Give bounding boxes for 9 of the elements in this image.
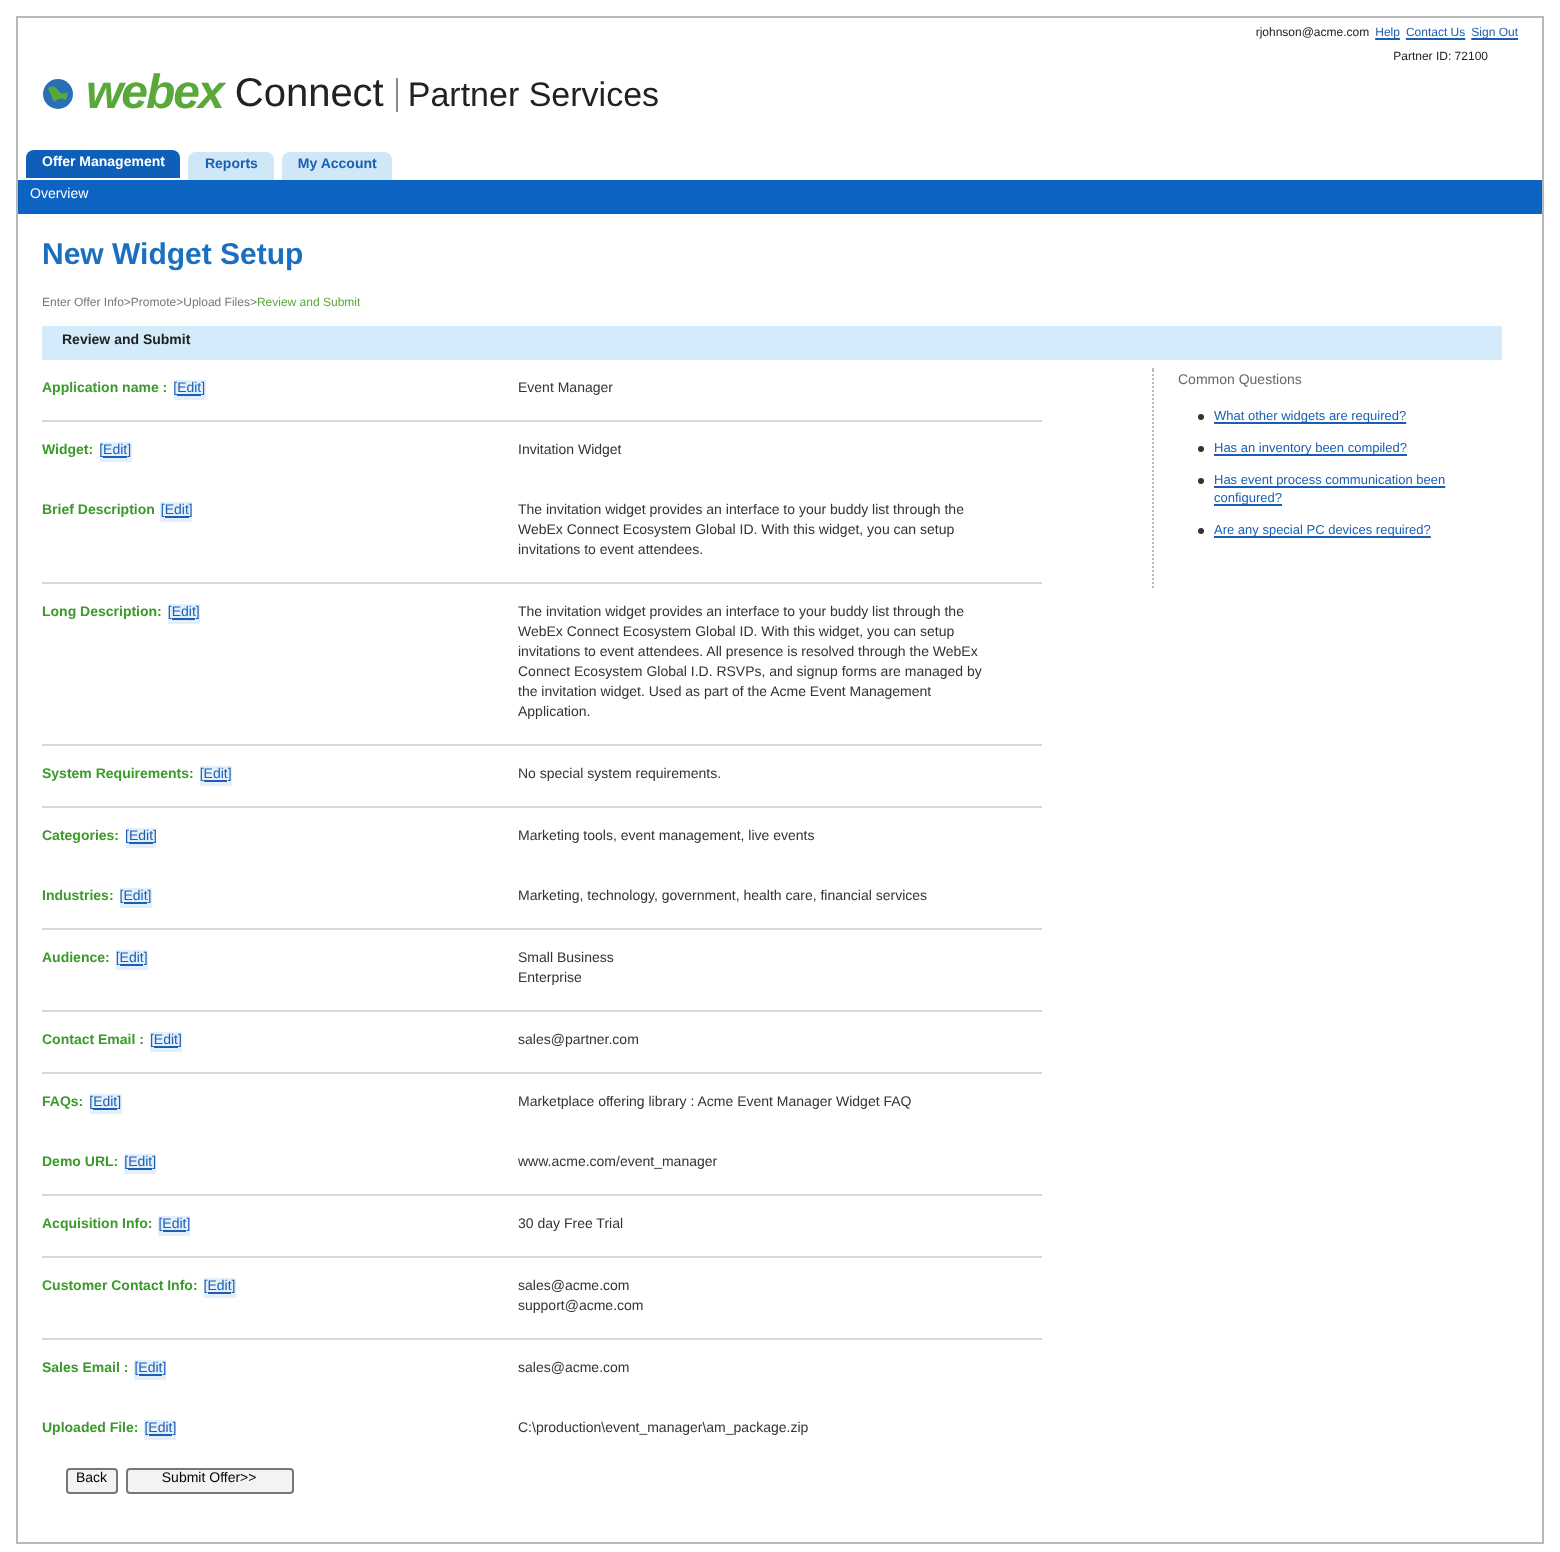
logo: webex <box>86 70 223 118</box>
brand-name: Connect <box>234 74 384 114</box>
page-title: New Widget Setup <box>42 236 306 276</box>
bullet-icon <box>1198 478 1204 484</box>
bullet-icon <box>1198 528 1204 534</box>
bullet-icon <box>1198 414 1204 420</box>
site-subtitle: Partner Services <box>395 77 660 111</box>
globe-icon <box>42 78 74 110</box>
bullet-icon <box>1198 446 1204 452</box>
